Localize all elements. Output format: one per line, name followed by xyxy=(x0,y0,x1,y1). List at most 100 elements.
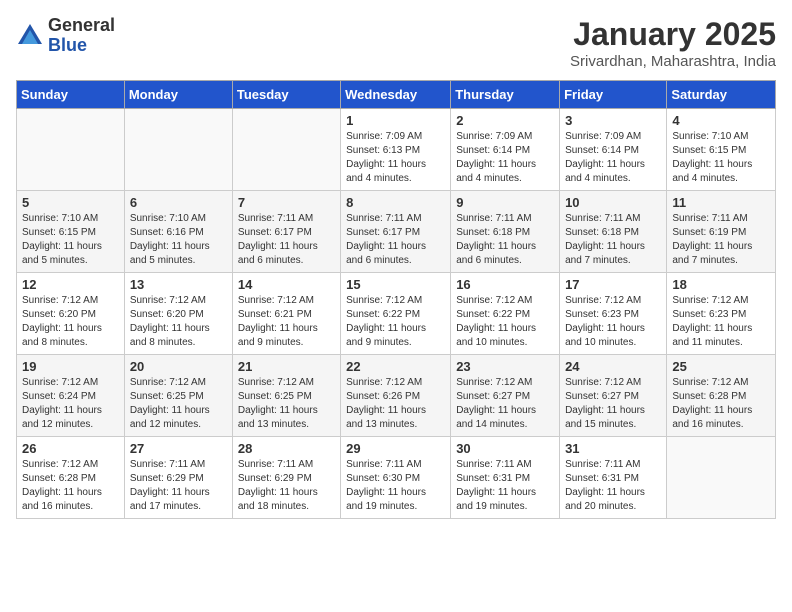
header-monday: Monday xyxy=(124,81,232,109)
calendar-cell: 13 Sunrise: 7:12 AM Sunset: 6:20 PM Dayli… xyxy=(124,273,232,355)
day-info: Sunrise: 7:12 AM Sunset: 6:20 PM Dayligh… xyxy=(130,294,227,350)
day-info: Sunrise: 7:12 AM Sunset: 6:22 PM Dayligh… xyxy=(456,294,554,350)
calendar-cell: 17Sunrise: 7:12 AM Sunset: 6:23 PM Dayli… xyxy=(560,273,667,355)
day-info: Sunrise: 7:12 AM Sunset: 6:23 PM Dayligh… xyxy=(672,294,770,350)
calendar-cell: 24 Sunrise: 7:12 AM Sunset: 6:27 PM Dayli… xyxy=(560,355,667,437)
day-info: Sunrise: 7:12 AM Sunset: 6:26 PM Dayligh… xyxy=(346,376,445,432)
day-info: Sunrise: 7:09 AM Sunset: 6:14 PM Dayligh… xyxy=(456,130,554,186)
logo-icon xyxy=(16,22,44,50)
day-info: Sunrise: 7:09 AM Sunset: 6:14 PM Dayligh… xyxy=(565,130,661,186)
calendar-cell: 20 Sunrise: 7:12 AM Sunset: 6:25 PM Dayli… xyxy=(124,355,232,437)
day-info: Sunrise: 7:12 AM Sunset: 6:25 PM Dayligh… xyxy=(130,376,227,432)
calendar-week-3: 12 Sunrise: 7:12 AM Sunset: 6:20 PM Dayli… xyxy=(17,273,776,355)
day-info: Sunrise: 7:12 AM Sunset: 6:20 PM Dayligh… xyxy=(22,294,119,350)
header-saturday: Saturday xyxy=(667,81,776,109)
calendar-cell: 2 Sunrise: 7:09 AM Sunset: 6:14 PM Daylig… xyxy=(451,109,560,191)
day-number: 17 xyxy=(565,277,661,292)
day-number: 11 xyxy=(672,195,770,210)
calendar-cell: 3Sunrise: 7:09 AM Sunset: 6:14 PM Daylig… xyxy=(560,109,667,191)
calendar-cell: 19 Sunrise: 7:12 AM Sunset: 6:24 PM Dayli… xyxy=(17,355,125,437)
day-number: 31 xyxy=(565,441,661,456)
calendar: Sunday Monday Tuesday Wednesday Thursday… xyxy=(16,80,776,519)
day-number: 4 xyxy=(672,113,770,128)
calendar-cell: 1 Sunrise: 7:09 AM Sunset: 6:13 PM Daylig… xyxy=(341,109,451,191)
page-header: General Blue January 2025 Srivardhan, Ma… xyxy=(16,16,776,70)
day-info: Sunrise: 7:12 AM Sunset: 6:22 PM Dayligh… xyxy=(346,294,445,350)
calendar-cell: 27Sunrise: 7:11 AM Sunset: 6:29 PM Dayli… xyxy=(124,437,232,519)
day-info: Sunrise: 7:11 AM Sunset: 6:18 PM Dayligh… xyxy=(565,212,661,268)
calendar-header: Sunday Monday Tuesday Wednesday Thursday… xyxy=(17,81,776,109)
day-number: 13 xyxy=(130,277,227,292)
day-number: 19 xyxy=(22,359,119,374)
day-number: 20 xyxy=(130,359,227,374)
day-info: Sunrise: 7:12 AM Sunset: 6:28 PM Dayligh… xyxy=(22,458,119,514)
day-number: 1 xyxy=(346,113,445,128)
day-info: Sunrise: 7:10 AM Sunset: 6:15 PM Dayligh… xyxy=(672,130,770,186)
day-info: Sunrise: 7:11 AM Sunset: 6:17 PM Dayligh… xyxy=(238,212,335,268)
day-number: 25 xyxy=(672,359,770,374)
calendar-cell: 23 Sunrise: 7:12 AM Sunset: 6:27 PM Dayli… xyxy=(451,355,560,437)
calendar-week-2: 5 Sunrise: 7:10 AM Sunset: 6:15 PM Daylig… xyxy=(17,191,776,273)
header-wednesday: Wednesday xyxy=(341,81,451,109)
day-info: Sunrise: 7:11 AM Sunset: 6:30 PM Dayligh… xyxy=(346,458,445,514)
day-number: 10 xyxy=(565,195,661,210)
calendar-cell: 8Sunrise: 7:11 AM Sunset: 6:17 PM Daylig… xyxy=(341,191,451,273)
calendar-cell: 5 Sunrise: 7:10 AM Sunset: 6:15 PM Daylig… xyxy=(17,191,125,273)
day-info: Sunrise: 7:12 AM Sunset: 6:27 PM Dayligh… xyxy=(565,376,661,432)
day-info: Sunrise: 7:12 AM Sunset: 6:21 PM Dayligh… xyxy=(238,294,335,350)
calendar-cell: 12 Sunrise: 7:12 AM Sunset: 6:20 PM Dayli… xyxy=(17,273,125,355)
logo: General Blue xyxy=(16,16,115,56)
logo-general: General xyxy=(48,16,115,36)
day-info: Sunrise: 7:11 AM Sunset: 6:19 PM Dayligh… xyxy=(672,212,770,268)
day-number: 8 xyxy=(346,195,445,210)
day-number: 2 xyxy=(456,113,554,128)
day-number: 24 xyxy=(565,359,661,374)
calendar-cell: 4 Sunrise: 7:10 AM Sunset: 6:15 PM Daylig… xyxy=(667,109,776,191)
day-number: 7 xyxy=(238,195,335,210)
day-info: Sunrise: 7:12 AM Sunset: 6:28 PM Dayligh… xyxy=(672,376,770,432)
calendar-cell: 16 Sunrise: 7:12 AM Sunset: 6:22 PM Dayli… xyxy=(451,273,560,355)
calendar-cell: 30Sunrise: 7:11 AM Sunset: 6:31 PM Dayli… xyxy=(451,437,560,519)
calendar-cell xyxy=(17,109,125,191)
day-info: Sunrise: 7:10 AM Sunset: 6:15 PM Dayligh… xyxy=(22,212,119,268)
header-tuesday: Tuesday xyxy=(232,81,340,109)
calendar-cell: 7 Sunrise: 7:11 AM Sunset: 6:17 PM Daylig… xyxy=(232,191,340,273)
calendar-cell: 25 Sunrise: 7:12 AM Sunset: 6:28 PM Dayli… xyxy=(667,355,776,437)
day-info: Sunrise: 7:12 AM Sunset: 6:25 PM Dayligh… xyxy=(238,376,335,432)
day-number: 22 xyxy=(346,359,445,374)
calendar-cell: 21 Sunrise: 7:12 AM Sunset: 6:25 PM Dayli… xyxy=(232,355,340,437)
day-number: 14 xyxy=(238,277,335,292)
calendar-cell xyxy=(124,109,232,191)
calendar-cell: 31 Sunrise: 7:11 AM Sunset: 6:31 PM Dayli… xyxy=(560,437,667,519)
header-thursday: Thursday xyxy=(451,81,560,109)
calendar-cell: 29 Sunrise: 7:11 AM Sunset: 6:30 PM Dayli… xyxy=(341,437,451,519)
day-info: Sunrise: 7:10 AM Sunset: 6:16 PM Dayligh… xyxy=(130,212,227,268)
calendar-cell: 14 Sunrise: 7:12 AM Sunset: 6:21 PM Dayli… xyxy=(232,273,340,355)
day-info: Sunrise: 7:11 AM Sunset: 6:31 PM Dayligh… xyxy=(456,458,554,514)
calendar-week-1: 1 Sunrise: 7:09 AM Sunset: 6:13 PM Daylig… xyxy=(17,109,776,191)
header-sunday: Sunday xyxy=(17,81,125,109)
day-number: 18 xyxy=(672,277,770,292)
day-info: Sunrise: 7:09 AM Sunset: 6:13 PM Dayligh… xyxy=(346,130,445,186)
day-info: Sunrise: 7:11 AM Sunset: 6:31 PM Dayligh… xyxy=(565,458,661,514)
day-number: 12 xyxy=(22,277,119,292)
day-number: 28 xyxy=(238,441,335,456)
logo-blue: Blue xyxy=(48,36,115,56)
day-number: 21 xyxy=(238,359,335,374)
day-number: 23 xyxy=(456,359,554,374)
day-number: 9 xyxy=(456,195,554,210)
day-number: 16 xyxy=(456,277,554,292)
day-number: 29 xyxy=(346,441,445,456)
calendar-cell: 11 Sunrise: 7:11 AM Sunset: 6:19 PM Dayli… xyxy=(667,191,776,273)
day-number: 5 xyxy=(22,195,119,210)
title-block: January 2025 Srivardhan, Maharashtra, In… xyxy=(570,16,776,70)
calendar-cell xyxy=(232,109,340,191)
day-info: Sunrise: 7:11 AM Sunset: 6:29 PM Dayligh… xyxy=(238,458,335,514)
calendar-body: 1 Sunrise: 7:09 AM Sunset: 6:13 PM Daylig… xyxy=(17,109,776,519)
day-info: Sunrise: 7:12 AM Sunset: 6:24 PM Dayligh… xyxy=(22,376,119,432)
calendar-cell: 10 Sunrise: 7:11 AM Sunset: 6:18 PM Dayli… xyxy=(560,191,667,273)
day-info: Sunrise: 7:12 AM Sunset: 6:27 PM Dayligh… xyxy=(456,376,554,432)
day-info: Sunrise: 7:11 AM Sunset: 6:29 PM Dayligh… xyxy=(130,458,227,514)
calendar-cell: 18 Sunrise: 7:12 AM Sunset: 6:23 PM Dayli… xyxy=(667,273,776,355)
day-number: 6 xyxy=(130,195,227,210)
